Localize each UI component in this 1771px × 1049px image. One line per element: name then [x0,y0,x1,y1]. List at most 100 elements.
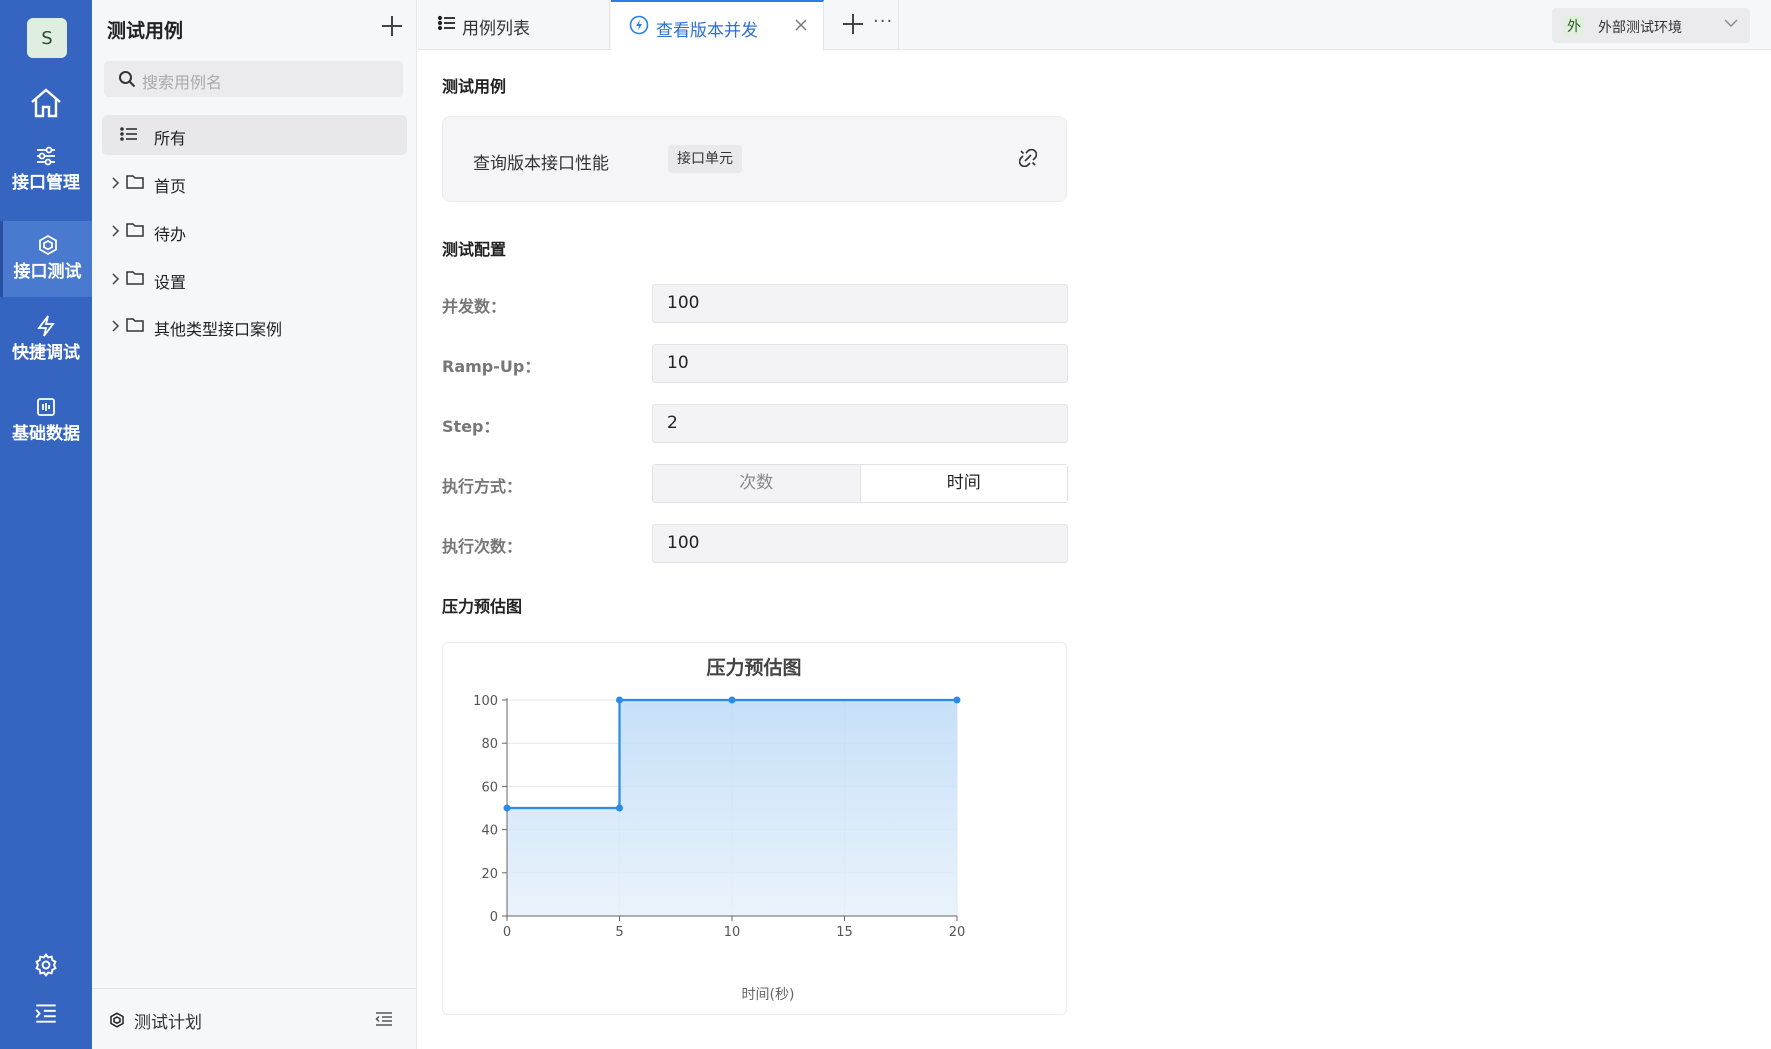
tab-view-version-concurrency[interactable]: 查看版本并发 [611,0,824,51]
data-icon [37,398,55,416]
tree-item-label: 所有 [154,129,187,148]
collapse-menu-icon[interactable] [33,1000,59,1026]
count-label: 执行次数： [442,537,523,556]
tree-item-todo[interactable]: 待办 [102,211,407,251]
concurrency-label: 并发数： [442,297,507,316]
lightning-circle-icon [629,15,649,35]
chevron-right-icon[interactable] [112,177,120,189]
test-case-card: 查询版本接口性能 接口单元 [442,116,1067,202]
test-case-tree-panel: 测试用例 搜索用例名 所有 首页 待办 设置 其他类型接口案例 测试计划 [92,0,417,1049]
rail-item-base-data[interactable]: 基础数据 [0,383,92,459]
environment-select[interactable]: 外 外部测试环境 [1552,8,1750,43]
step-input[interactable]: 2 [652,404,1068,443]
tree-item-settings[interactable]: 设置 [102,259,407,299]
chart-title: 压力预估图 [706,656,801,679]
rampup-input[interactable]: 10 [652,344,1068,383]
rail-item-label: 基础数据 [12,424,80,444]
search-icon [119,71,136,88]
search-placeholder: 搜索用例名 [142,73,223,92]
section-title-case: 测试用例 [442,77,507,96]
search-input[interactable]: 搜索用例名 [104,61,403,97]
test-plan-label: 测试计划 [134,1013,202,1033]
tree-item-label: 其他类型接口案例 [154,320,283,339]
case-type-tag: 接口单元 [668,145,742,173]
data-point [953,696,961,704]
step-label: Step： [442,417,500,436]
tab-bar: 用例列表 查看版本并发 ··· 外 外部测试环境 [418,0,1771,51]
chevron-right-icon[interactable] [112,320,120,332]
tree-item-all[interactable]: 所有 [102,115,407,155]
tree-item-other-cases[interactable]: 其他类型接口案例 [102,306,407,346]
rail-item-quick-debug[interactable]: 快捷调试 [0,302,92,378]
y-tick-label: 100 [473,694,498,709]
collapse-panel-icon[interactable] [375,1011,393,1027]
cube-icon [38,234,57,256]
rail-item-label: 快捷调试 [12,343,80,363]
settings-icon[interactable] [33,952,59,978]
tab-case-list[interactable]: 用例列表 [418,0,610,50]
tree-item-label: 设置 [154,273,187,292]
nav-rail: S 接口管理 接口测试 快捷调试 基础数据 [0,0,92,1049]
tree-item-label: 待办 [154,225,187,244]
unlink-icon[interactable] [1019,149,1037,167]
avatar[interactable]: S [27,18,67,58]
add-icon[interactable] [381,15,403,37]
chevron-right-icon[interactable] [112,225,120,237]
add-tab-icon[interactable] [842,13,864,35]
rail-item-api-management[interactable]: 接口管理 [0,132,92,208]
mode-label: 执行方式： [442,477,523,496]
x-tick-label: 5 [615,925,623,940]
y-tick-label: 20 [481,867,498,882]
pressure-chart-card: 压力预估图 0 20 40 60 80 100 0 5 10 15 20 时间(秒) [442,642,1067,1015]
pressure-chart: 压力预估图 0 20 40 60 80 100 0 5 10 15 20 时间(秒) [473,656,966,1003]
folder-icon [126,271,144,285]
case-name: 查询版本接口性能 [473,154,609,174]
section-title-chart: 压力预估图 [442,597,523,616]
home-icon[interactable] [28,85,64,121]
concurrency-input[interactable]: 100 [652,284,1068,323]
x-tick-label: 20 [949,925,966,940]
rampup-label: Ramp-Up： [442,357,541,376]
tree-title: 测试用例 [107,20,184,42]
data-point [503,804,511,812]
cube-icon [110,1012,124,1028]
tree-item-home[interactable]: 首页 [102,163,407,203]
chevron-right-icon[interactable] [112,273,120,285]
rail-item-api-testing[interactable]: 接口测试 [0,221,92,297]
close-icon[interactable] [795,19,807,31]
folder-icon [126,175,144,189]
test-plan-footer[interactable]: 测试计划 [92,988,417,1049]
x-axis-label: 时间(秒) [742,987,795,1003]
list-icon [438,15,455,31]
y-tick-label: 40 [481,824,498,839]
x-tick-label: 0 [503,925,511,940]
list-icon [120,127,137,141]
rail-item-label: 接口测试 [13,262,82,282]
y-tick-label: 80 [481,737,498,752]
y-tick-label: 0 [490,910,498,925]
mode-option-count[interactable]: 次数 [653,465,861,502]
data-point [728,696,736,704]
main-content: 测试用例 查询版本接口性能 接口单元 测试配置 并发数： 100 Ramp-Up… [418,51,1771,1049]
mode-segmented-control: 次数 时间 [652,464,1068,503]
y-tick-label: 60 [481,780,498,795]
x-tick-label: 10 [724,925,741,940]
data-point [616,804,623,812]
lightning-icon [37,315,55,337]
tree-item-label: 首页 [154,177,187,196]
tab-label: 查看版本并发 [656,21,758,41]
x-tick-label: 15 [836,925,853,940]
folder-icon [126,318,144,332]
environment-label: 外部测试环境 [1598,20,1682,36]
tab-label: 用例列表 [462,19,530,39]
mode-option-time[interactable]: 时间 [860,465,1067,502]
environment-badge: 外 [1564,16,1584,36]
count-input[interactable]: 100 [652,524,1068,563]
folder-icon [126,223,144,237]
sliders-icon [37,146,55,166]
section-title-config: 测试配置 [442,240,507,259]
app-root: S 接口管理 接口测试 快捷调试 基础数据 测试用例 搜索用例名 所有 首页 待… [0,0,1771,1049]
chevron-down-icon [1724,19,1738,27]
more-tabs-button[interactable]: ··· [873,11,893,32]
rail-item-label: 接口管理 [12,173,80,193]
